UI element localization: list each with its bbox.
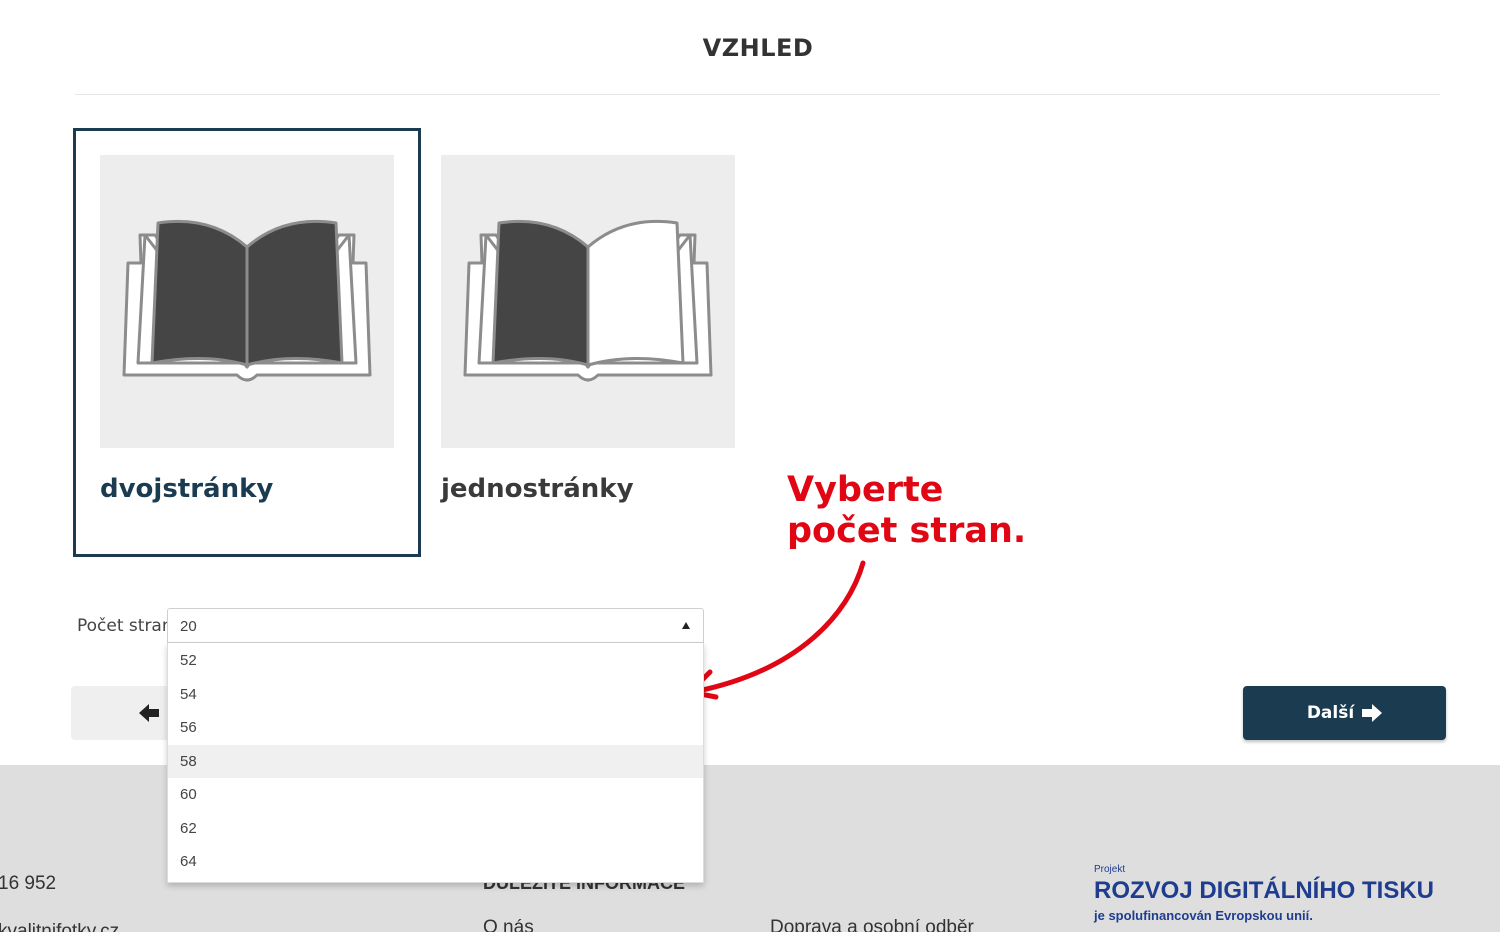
arrow-right-icon	[1362, 704, 1383, 722]
footer-link-shipping[interactable]: Doprava a osobní odběr	[770, 917, 974, 932]
annotation-line: počet stran.	[787, 511, 1027, 551]
page-count-value: 20	[180, 618, 197, 635]
open-book-double-icon	[100, 155, 394, 448]
layout-option-label: jednostránky	[441, 474, 634, 504]
layout-option-single[interactable]: jednostránky	[414, 128, 762, 557]
page-count-label: Počet stran	[77, 616, 173, 636]
dropdown-option[interactable]: 54	[168, 678, 703, 712]
layout-option-double[interactable]: dvojstránky	[73, 128, 421, 557]
footer-link-about[interactable]: O nás	[483, 917, 534, 932]
page-count-select[interactable]: 20	[167, 608, 704, 643]
open-book-single-icon	[441, 155, 735, 448]
eu-project-subtitle: je spolufinancován Evropskou unií.	[1094, 908, 1313, 923]
page-title: VZHLED	[702, 34, 814, 62]
next-button[interactable]: Další	[1243, 686, 1446, 740]
dropdown-option-highlighted[interactable]: 58	[168, 744, 703, 778]
title-divider	[75, 94, 1440, 95]
eu-project-title: ROZVOJ DIGITÁLNÍHO TISKU	[1094, 877, 1435, 904]
dropdown-option[interactable]: 52	[168, 644, 703, 678]
annotation-arrow-icon	[687, 560, 866, 700]
dropdown-option[interactable]: 56	[168, 711, 703, 745]
caret-up-icon	[682, 622, 690, 629]
dropdown-option[interactable]: 62	[168, 812, 703, 846]
eu-project-label: Projekt	[1094, 864, 1126, 875]
eu-fine-print	[1094, 926, 1500, 929]
annotation-line: Vyberte	[787, 470, 944, 510]
dropdown-option[interactable]: 64	[168, 845, 703, 879]
arrow-left-icon	[139, 704, 159, 722]
page-count-dropdown: 52 54 56 58 60 62 64	[167, 643, 704, 883]
footer-phone: 16 952	[0, 873, 57, 894]
layout-option-label: dvojstránky	[100, 474, 274, 504]
footer-email[interactable]: kvalitnifotky.cz	[0, 921, 119, 932]
dropdown-option[interactable]: 60	[168, 778, 703, 812]
annotation-callout: Vyberte počet stran.	[787, 470, 1026, 552]
next-button-label: Další	[1306, 703, 1355, 723]
